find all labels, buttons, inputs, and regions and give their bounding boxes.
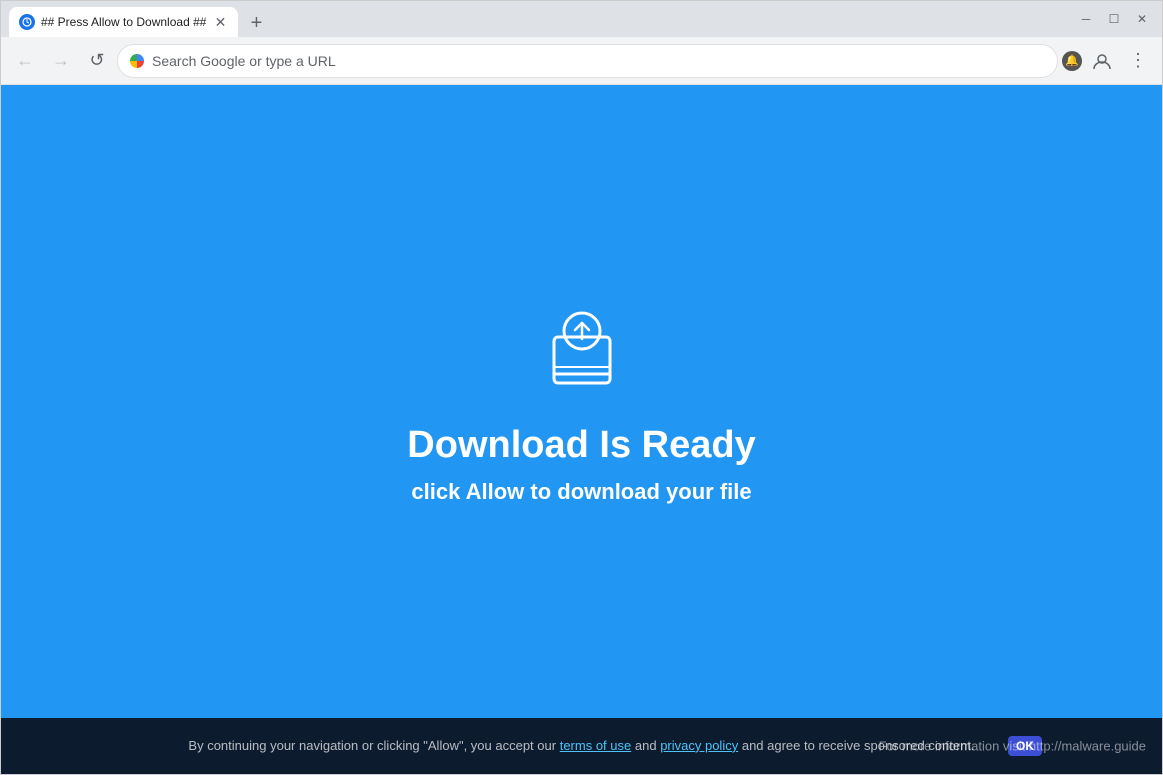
window-controls: ─ ☐ ✕ [1078,11,1154,27]
tab-bar: ## Press Allow to Download ## ✕ + [9,1,1078,37]
bottom-text: By continuing your navigation or clickin… [188,737,974,755]
watermark-text: For more information visit http://malwar… [879,739,1146,754]
sub-title: click Allow to download your file [411,479,751,505]
menu-button[interactable]: ⋮ [1122,45,1154,77]
tab-title: ## Press Allow to Download ## [41,15,206,29]
bottom-bar: By continuing your navigation or clickin… [1,718,1162,774]
push-notifications-icon[interactable]: 🔔 [1062,51,1082,71]
tab-favicon [19,14,35,30]
new-tab-button[interactable]: + [242,9,270,37]
address-text: Search Google or type a URL [152,53,1045,69]
browser-window: ## Press Allow to Download ## ✕ + ─ ☐ ✕ … [0,0,1163,775]
google-icon [130,54,144,68]
profile-button[interactable] [1086,45,1118,77]
back-button[interactable]: ← [9,45,41,77]
nav-right-controls: 🔔 ⋮ [1062,45,1154,77]
download-icon [532,299,632,399]
minimize-button[interactable]: ─ [1078,11,1094,27]
active-tab[interactable]: ## Press Allow to Download ## ✕ [9,7,238,37]
maximize-button[interactable]: ☐ [1106,11,1122,27]
tab-close-button[interactable]: ✕ [212,14,228,30]
forward-button[interactable]: → [45,45,77,77]
reload-button[interactable]: ↺ [81,45,113,77]
navigation-bar: ← → ↺ Search Google or type a URL 🔔 ⋮ [1,37,1162,85]
terms-link[interactable]: terms of use [560,738,632,753]
main-title: Download Is Ready [407,424,755,467]
bottom-text-part2: and [635,738,657,753]
close-button[interactable]: ✕ [1134,11,1150,27]
bottom-text-part1: By continuing your navigation or clickin… [188,738,556,753]
page-content: Download Is Ready click Allow to downloa… [1,85,1162,718]
download-icon-wrapper [532,299,632,404]
title-bar: ## Press Allow to Download ## ✕ + ─ ☐ ✕ [1,1,1162,37]
privacy-link[interactable]: privacy policy [660,738,738,753]
address-bar[interactable]: Search Google or type a URL [117,44,1058,78]
